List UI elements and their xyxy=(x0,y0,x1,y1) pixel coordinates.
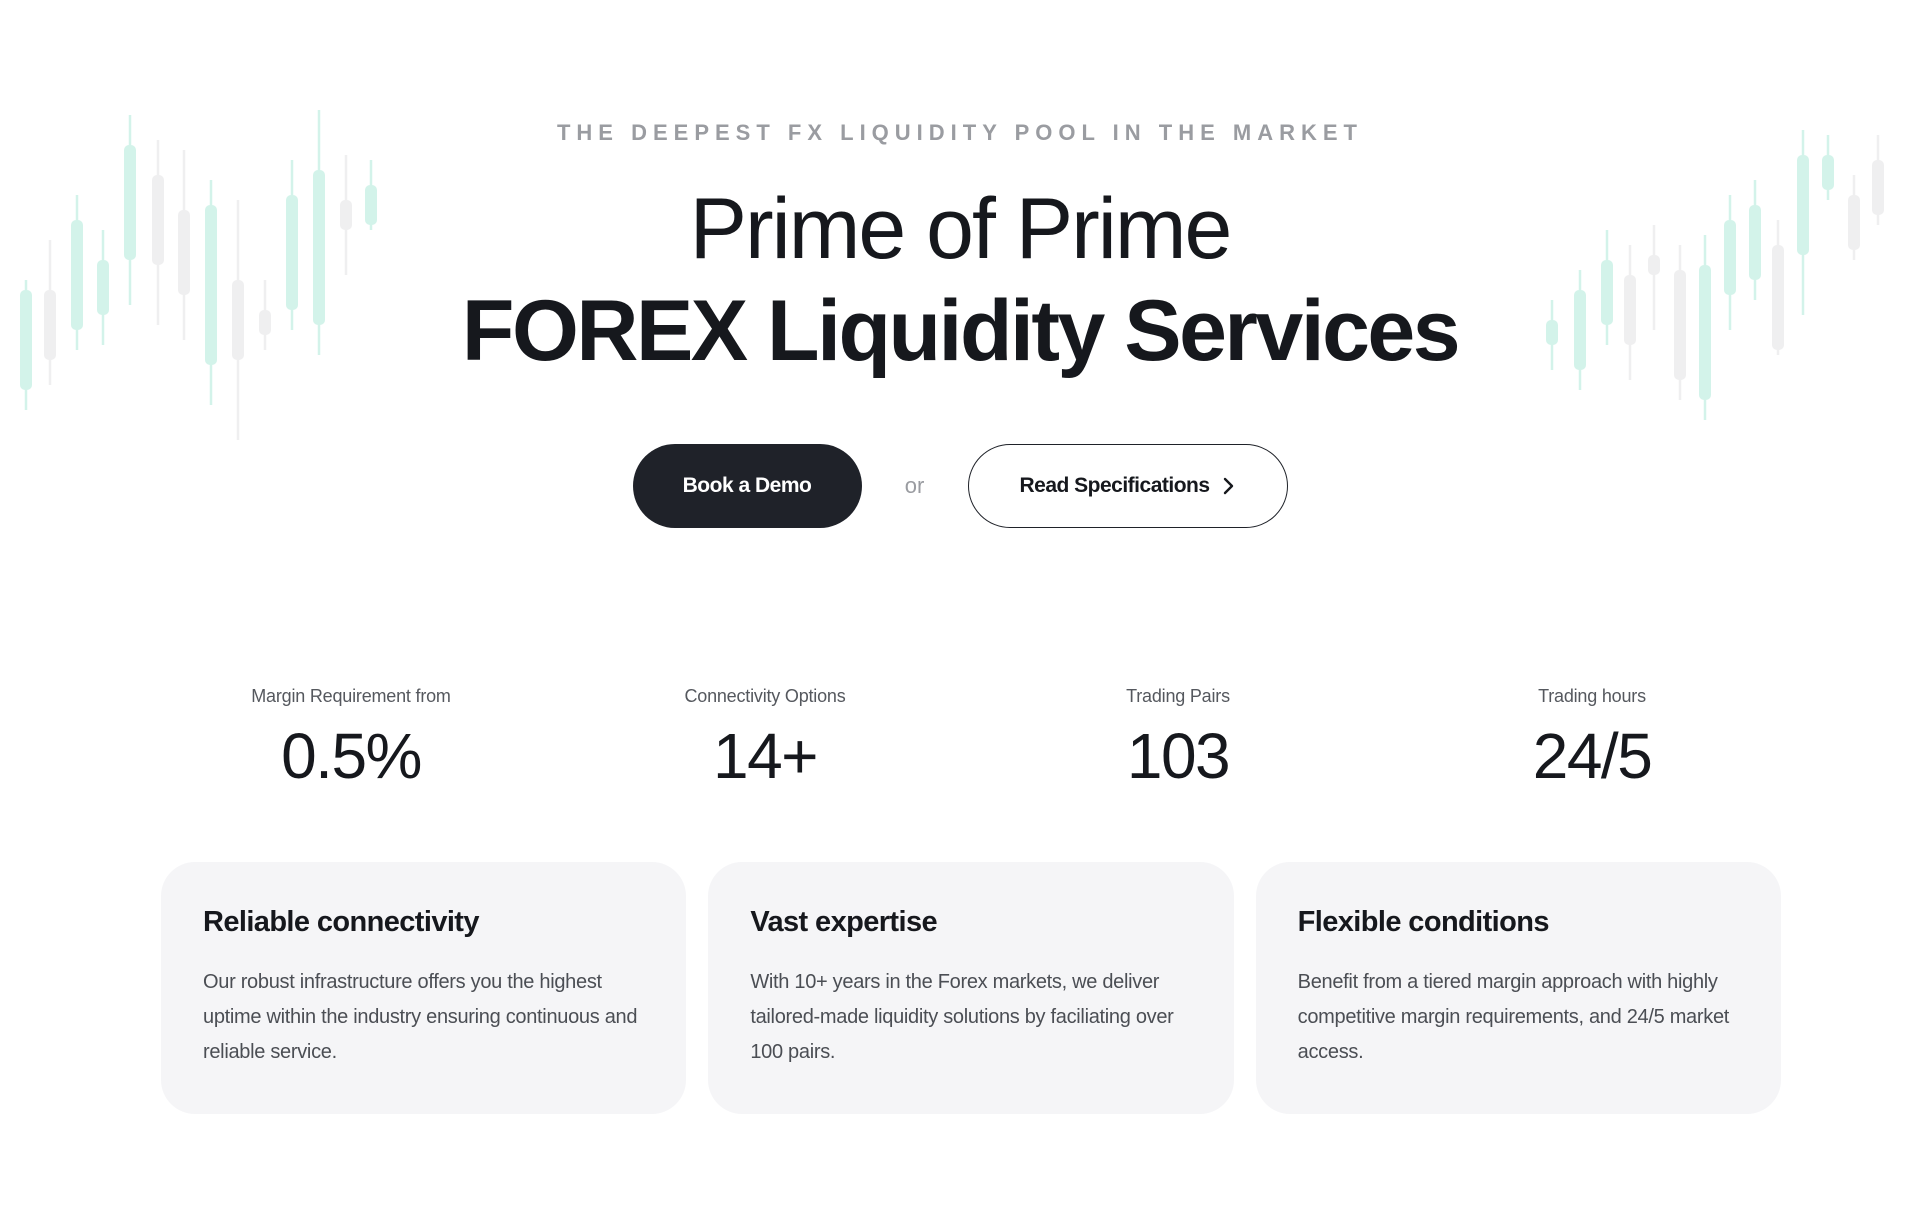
hero-eyebrow: THE DEEPEST FX LIQUIDITY POOL IN THE MAR… xyxy=(556,120,1363,145)
feature-card-body: Benefit from a tiered margin approach wi… xyxy=(1297,971,1730,1063)
stat-label: Connectivity Options xyxy=(684,686,846,706)
stat-value: 0.5% xyxy=(281,720,422,792)
feature-card-title: Reliable connectivity xyxy=(203,906,479,938)
read-specifications-button[interactable]: Read Specifications xyxy=(967,444,1288,528)
feature-card-reliable-connectivity: Reliable connectivity Our robust infrast… xyxy=(161,862,687,1114)
read-specifications-button-label: Read Specifications xyxy=(1019,474,1210,497)
feature-card-body: With 10+ years in the Forex markets, we … xyxy=(750,971,1174,1063)
stat-margin-requirement: Margin Requirement from 0.5% xyxy=(171,686,531,793)
chevron-right-icon xyxy=(1223,477,1233,495)
stat-trading-hours: Trading hours 24/5 xyxy=(1412,686,1772,793)
hero-headline-line1: Prime of Prime xyxy=(689,181,1233,277)
feature-card-flexible-conditions: Flexible conditions Benefit from a tiere… xyxy=(1255,862,1781,1114)
landing-page: THE DEEPEST FX LIQUIDITY POOL IN THE MAR… xyxy=(0,0,1920,1225)
stat-value: 14+ xyxy=(712,720,819,792)
cta-row: Book a Demo or Read Specifications xyxy=(0,444,1920,528)
stat-trading-pairs: Trading Pairs 103 xyxy=(998,686,1358,793)
stat-value: 103 xyxy=(1126,720,1231,792)
stat-label: Margin Requirement from xyxy=(251,686,451,706)
stat-connectivity-options: Connectivity Options 14+ xyxy=(585,686,945,793)
feature-card-vast-expertise: Vast expertise With 10+ years in the For… xyxy=(708,862,1234,1114)
feature-card-title: Flexible conditions xyxy=(1297,906,1550,938)
feature-card-body: Our robust infrastructure offers you the… xyxy=(203,971,638,1063)
feature-card-title: Vast expertise xyxy=(750,906,937,938)
stat-label: Trading hours xyxy=(1538,686,1646,706)
stat-value: 24/5 xyxy=(1532,720,1653,792)
book-demo-button[interactable]: Book a Demo xyxy=(632,444,862,528)
feature-cards: Reliable connectivity Our robust infrast… xyxy=(161,862,1781,1114)
book-demo-button-label: Book a Demo xyxy=(682,474,812,497)
stat-label: Trading Pairs xyxy=(1126,686,1230,706)
stats-row: Margin Requirement from 0.5% Connectivit… xyxy=(0,686,1920,796)
hero-headline-line2: FOREX Liquidity Services xyxy=(461,283,1461,379)
cta-separator: or xyxy=(904,473,925,498)
